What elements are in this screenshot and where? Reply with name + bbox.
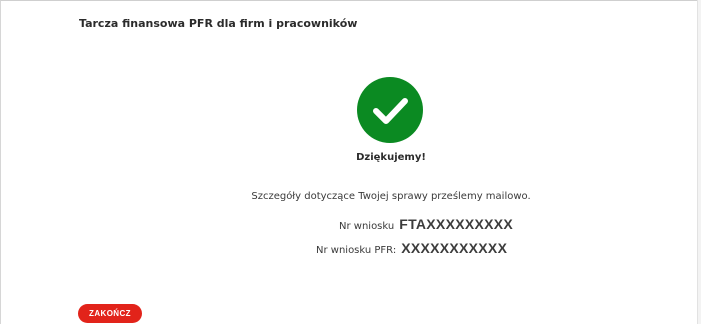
- thanks-heading: Dziękujemy!: [356, 152, 426, 163]
- application-number-row: Nr wniosku FTAXXXXXXXXX: [339, 214, 513, 232]
- window-edge: [697, 0, 701, 324]
- success-badge: [357, 77, 423, 143]
- details-message: Szczegóły dotyczące Twojej sprawy prześl…: [251, 191, 531, 202]
- page-title: Tarcza finansowa PFR dla firm i pracowni…: [79, 17, 358, 30]
- page-container: Tarcza finansowa PFR dla firm i pracowni…: [0, 0, 701, 324]
- check-icon: [373, 98, 408, 124]
- pfr-number-label: Nr wniosku PFR:: [316, 245, 397, 256]
- pfr-number-value: XXXXXXXXXXX: [401, 240, 508, 256]
- application-number-value: FTAXXXXXXXXX: [399, 216, 514, 232]
- finish-button[interactable]: ZAKOŃCZ: [78, 304, 142, 323]
- pfr-number-row: Nr wniosku PFR: XXXXXXXXXXX: [316, 238, 507, 256]
- application-number-label: Nr wniosku: [339, 221, 395, 232]
